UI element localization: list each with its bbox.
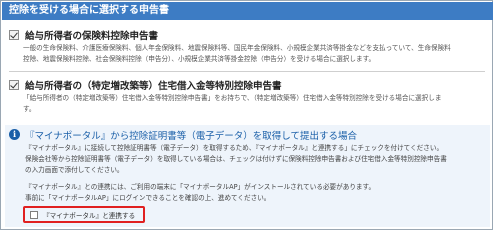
paragraph-line: 『マイナポータル』に接続して控除証明書等（電子データ）を取得するため、『マイナポ… bbox=[25, 144, 444, 152]
description-line: 控除、地震保険料控除、社会保険料控除（申告分）、小規模企業共済等掛金控除（申告分… bbox=[23, 55, 376, 63]
mynaportal-link-checkbox-row[interactable]: 『マイナポータル』と連携する bbox=[23, 206, 145, 223]
description-line: 「給与所得者の（特定増改築等）住宅借入金等特別控除申告書」をお持ちで、（特定増改… bbox=[23, 94, 442, 102]
description-line: 一般の生命保険料、介護医療保険料、個人年金保険料、地震保険料等、国民年金保険料、… bbox=[23, 44, 451, 52]
mynaportal-link-checkbox-label[interactable]: 『マイナポータル』と連携する bbox=[43, 210, 135, 220]
info-icon: i bbox=[9, 129, 20, 140]
panel-header: 控除を受ける場合に選択する申告書 bbox=[2, 2, 493, 20]
insurance-deduction-description: 一般の生命保険料、介護医療保険料、個人年金保険料、地震保険料等、国民年金保険料、… bbox=[23, 43, 489, 65]
paragraph-line: 事前に「マイナポータルAP」にログインできることを確認の上、進めてください。 bbox=[25, 194, 271, 202]
mynaportal-paragraph-1: 『マイナポータル』に接続して控除証明書等（電子データ）を取得するため、『マイナポ… bbox=[25, 143, 487, 176]
deduction-forms-panel: 控除を受ける場合に選択する申告書 給与所得者の保険料控除申告書 一般の生命保険料… bbox=[0, 0, 493, 230]
mynaportal-section-title: 『マイナポータル』から控除証明書等（電子データ）を取得して提出する場合 bbox=[25, 131, 358, 142]
housing-loan-deduction-checkbox[interactable] bbox=[9, 80, 19, 90]
insurance-deduction-checkbox[interactable] bbox=[9, 30, 19, 40]
insurance-deduction-title: 給与所得者の保険料控除申告書 bbox=[25, 31, 159, 42]
description-line: す。 bbox=[23, 105, 36, 113]
paragraph-line: 保険会社等から控除証明書等（電子データ）を取得している場合は、チェックは付けずに… bbox=[25, 155, 447, 163]
paragraph-line: 『マイナポータル』との連携には、ご利用の端末に「マイナポータルAP」がインストー… bbox=[25, 183, 376, 191]
mynaportal-paragraph-2: 『マイナポータル』との連携には、ご利用の端末に「マイナポータルAP」がインストー… bbox=[25, 182, 487, 204]
insurance-deduction-checkbox-row[interactable]: 給与所得者の保険料控除申告書 bbox=[9, 28, 158, 42]
paragraph-line: の入力画面で添付してください。 bbox=[25, 166, 124, 174]
mynaportal-link-checkbox[interactable] bbox=[30, 210, 38, 219]
housing-loan-deduction-description: 「給与所得者の（特定増改築等）住宅借入金等特別控除申告書」をお持ちで、（特定増改… bbox=[23, 93, 489, 115]
housing-loan-deduction-checkbox-row[interactable]: 給与所得者の（特定増改築等）住宅借入金等特別控除申告書 bbox=[9, 78, 282, 92]
housing-loan-deduction-title: 給与所得者の（特定増改築等）住宅借入金等特別控除申告書 bbox=[25, 81, 282, 92]
section-divider bbox=[9, 71, 485, 72]
